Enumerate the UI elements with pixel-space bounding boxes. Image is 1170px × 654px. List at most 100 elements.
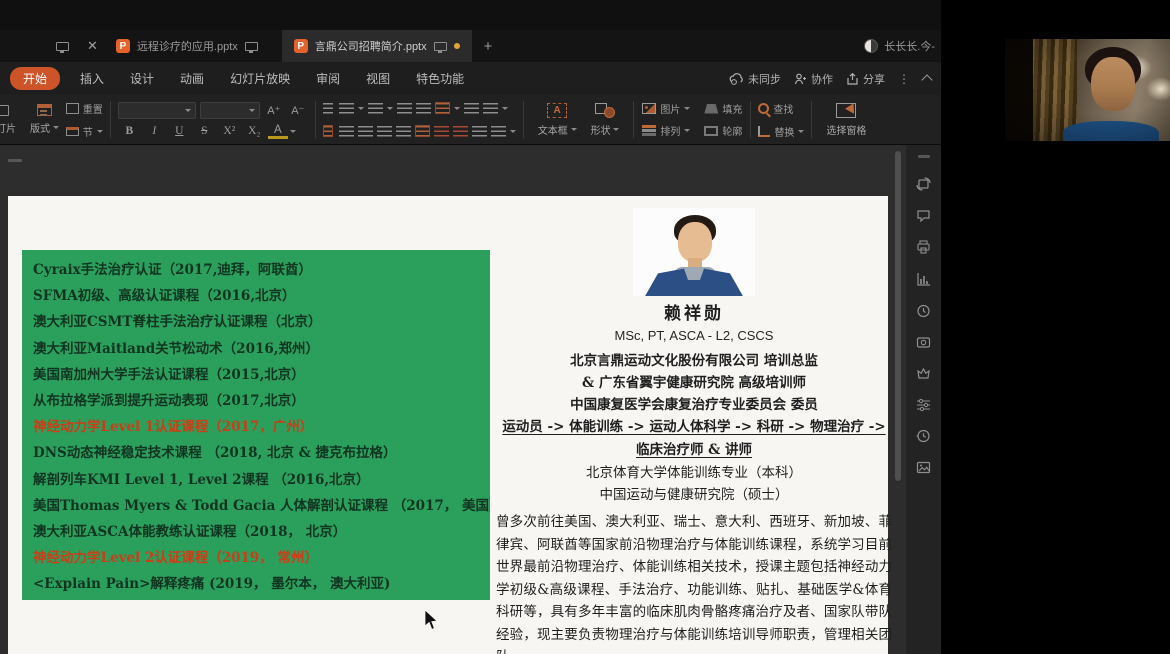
find-icon [758,103,769,114]
profile-textbox[interactable]: 赖祥勋 MSc, PT, ASCA - L2, CSCS 北京言鼎运动文化股份有… [496,204,892,654]
close-icon[interactable]: ✕ [87,41,98,51]
tune-icon[interactable] [915,397,932,412]
distribute-icon[interactable] [472,126,487,137]
reset-icon [66,103,79,114]
document-tab-active[interactable]: P 言鼎公司招聘简介.pptx [282,30,472,62]
layout-icon [37,104,52,116]
arrange-icon [642,125,656,136]
line-spacing-icon[interactable] [435,102,450,114]
menu-design[interactable]: 设计 [124,67,160,90]
fill-button[interactable]: 填充 [704,99,742,118]
textbox-button[interactable]: A 文本框 [531,103,584,137]
slide-panel-handle[interactable] [8,159,22,162]
menu-special-features[interactable]: 特色功能 [410,67,470,90]
menu-home[interactable]: 开始 [10,67,60,90]
certification-line: 解剖列车KMI Level 1, Level 2课程 （2016,北京） [33,467,490,493]
decrease-font-button[interactable]: A⁻ [288,104,308,117]
menu-view[interactable]: 视图 [360,67,396,90]
timer-icon[interactable] [915,303,932,319]
image-icon[interactable] [915,460,932,475]
menu-review[interactable]: 审阅 [310,67,346,90]
align-left-icon[interactable] [339,126,354,137]
align-text-icon[interactable] [453,126,468,137]
crown-icon[interactable] [915,366,932,381]
workspace: Cyraix手法治疗认证（2017,迪拜，阿联酋）SFMA初级、高级认证课程（2… [0,145,941,654]
present-monitor-icon[interactable] [245,42,258,51]
present-monitor-icon[interactable] [434,42,447,51]
slide-switch-icon[interactable] [915,176,932,192]
increase-indent-icon[interactable] [416,103,431,114]
paragraph-settings-icon[interactable] [491,126,506,137]
education: 北京体育大学体能训练专业（本科） 中国运动与健康研究院（硕士） [496,462,892,506]
more-options-icon[interactable]: ⋮ [898,72,910,86]
decrease-indent-icon[interactable] [397,103,412,114]
collaborate-button[interactable]: 协作 [794,71,833,87]
side-tool-rail [906,145,941,654]
text-direction-icon[interactable] [434,126,449,137]
highlight-color-button[interactable]: A [268,124,288,139]
selection-group: 选择窗格 [814,95,878,144]
new-slide-button[interactable]: 幻灯片 [0,105,23,135]
vertical-scrollbar[interactable] [895,151,901,481]
menu-slideshow[interactable]: 幻灯片放映 [224,67,296,90]
section-button[interactable]: 节 [66,122,103,141]
new-tab-button[interactable]: + [484,38,493,55]
menu-animation[interactable]: 动画 [174,67,210,90]
avatar [864,39,878,53]
slide-canvas[interactable]: Cyraix手法治疗认证（2017,迪拜，阿联酋）SFMA初级、高级认证课程（2… [8,196,888,654]
underline-button[interactable]: U [168,125,191,137]
certifications-textbox[interactable]: Cyraix手法治疗认证（2017,迪拜，阿联酋）SFMA初级、高级认证课程（2… [22,250,490,600]
print-icon[interactable] [915,239,932,255]
reset-button[interactable]: 重置 [66,99,103,118]
justify-icon[interactable] [396,126,411,137]
document-tab[interactable]: P 远程诊疗的应用.pptx [104,30,270,62]
chart-icon[interactable] [915,271,932,287]
arrange-button[interactable]: 排列 [642,121,690,140]
sync-status-button[interactable]: 未同步 [729,71,781,87]
media-icon[interactable] [915,335,932,350]
tab-title: 言鼎公司招聘简介.pptx [315,38,427,54]
present-monitor-icon[interactable] [56,42,69,51]
shapes-button[interactable]: 形状 [584,103,627,137]
rail-handle[interactable] [918,155,930,158]
columns-icon[interactable] [415,125,430,137]
layout-button[interactable]: 版式 [23,104,66,135]
profile-bio: 曾多次前往美国、澳大利亚、瑞士、意大利、西班牙、新加坡、菲律宾、阿联酋等国家前沿… [496,511,892,654]
clear-format-icon[interactable] [323,103,333,114]
history-icon[interactable] [915,428,932,444]
account-area[interactable]: 长长长.今- [864,38,935,54]
font-color-icon[interactable] [323,125,333,137]
font-family-select[interactable] [118,102,196,119]
textbox-icon: A [547,103,567,118]
superscript-button[interactable]: X² [218,125,241,137]
object-group: 图片 填充 排列 轮廓 [636,95,748,144]
font-size-select[interactable] [200,102,260,119]
italic-button[interactable]: I [143,125,166,137]
text-border-icon[interactable] [483,103,498,114]
subscript-button[interactable]: X₂ [243,125,266,137]
find-button[interactable]: 查找 [758,99,804,118]
certification-line: Cyraix手法治疗认证（2017,迪拜，阿联酋） [33,257,490,283]
shapes-icon [595,103,615,118]
comment-icon[interactable] [915,208,932,223]
numbered-list-icon[interactable] [368,103,383,114]
menu-insert[interactable]: 插入 [74,67,110,90]
replace-button[interactable]: 替换 [758,122,804,141]
increase-font-button[interactable]: A⁺ [264,104,284,117]
user-name: 长长长.今- [884,38,935,54]
certification-line: 澳大利亚Maitland关节松动术（2016,郑州） [33,336,490,362]
align-center-icon[interactable] [358,126,373,137]
mouse-cursor [424,610,438,631]
bold-button[interactable]: B [118,125,141,137]
char-spacing-icon[interactable] [464,103,479,114]
collapse-ribbon-icon[interactable] [921,74,932,85]
bullet-list-icon[interactable] [339,103,354,114]
picture-button[interactable]: 图片 [642,99,690,118]
strikethrough-button[interactable]: S [193,125,216,137]
paragraph-group [318,95,521,144]
share-button[interactable]: 分享 [846,71,885,87]
profile-titles: 北京言鼎运动文化股份有限公司 培训总监 & 广东省翼宇健康研究院 高级培训师 中… [496,350,892,416]
align-right-icon[interactable] [377,126,392,137]
selection-pane-button[interactable]: 选择窗格 [819,103,873,137]
outline-button[interactable]: 轮廓 [704,121,742,140]
